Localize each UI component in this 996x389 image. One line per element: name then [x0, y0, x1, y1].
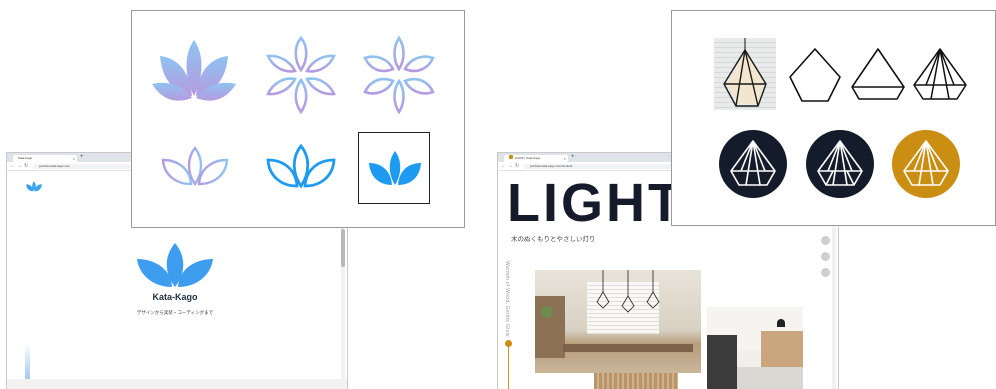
scrollbar-thumb[interactable]: [341, 229, 345, 267]
instagram-icon[interactable]: [821, 268, 830, 277]
close-icon[interactable]: ×: [564, 155, 566, 162]
diamond-lamp-icon: [817, 140, 863, 186]
tab-title: LIGHT | Kata-Kago: [514, 156, 541, 160]
diamond-lamp-icon: [903, 140, 949, 186]
lamp-reference-photo: [714, 38, 776, 110]
plant: [541, 306, 553, 318]
scroll-indicator-dot: [505, 340, 512, 347]
lotus-gradient-filled-icon: [152, 40, 236, 101]
kitchen-counter: [737, 367, 803, 389]
new-tab-icon[interactable]: +: [80, 154, 84, 160]
lamp-logo-gold-circle: [892, 130, 960, 198]
tagline: デザインから実装・コーディングまで: [136, 310, 214, 315]
footer-strip: [7, 379, 347, 389]
vertical-caption: Warmth of Wood, Gentle Glow: [504, 261, 510, 337]
kitchen-dark-unit: [707, 335, 737, 389]
shelf: [535, 296, 565, 358]
facebook-icon[interactable]: [821, 252, 830, 261]
browser-tab[interactable]: LIGHT | Kata-Kago ×: [504, 155, 568, 162]
favicon: [509, 155, 513, 159]
interior-photo-kitchen: [707, 307, 803, 389]
lotus-logo-variations-card: [131, 10, 465, 228]
hero-subtitle: 木のぬくもりとやさしい灯り: [511, 236, 596, 243]
forward-icon[interactable]: →: [508, 163, 513, 169]
back-icon[interactable]: ←: [10, 163, 15, 169]
lotus-outline-radial-alt-icon: [363, 36, 435, 114]
diamond-lamp-icon: [730, 140, 776, 186]
diamond-lamp-outline-facets-icon: [851, 48, 905, 100]
scroll-indicator-line: [508, 341, 509, 389]
counter: [563, 344, 693, 352]
lamp-logo-navy-circle-2: [806, 130, 874, 198]
diamond-lamp-outline-detailed-icon: [913, 48, 967, 100]
forward-icon[interactable]: →: [17, 163, 22, 169]
close-icon[interactable]: ×: [73, 155, 75, 162]
lamp-logo-navy-circle-1: [719, 130, 787, 198]
share-icon[interactable]: [821, 236, 830, 245]
interior-photo-main: [535, 270, 701, 373]
lotus-outline-blue-icon: [266, 143, 336, 189]
reload-icon[interactable]: ↻: [24, 163, 28, 169]
kata-kago-logo-icon: [137, 243, 213, 287]
tab-title: Kata-Kago: [18, 156, 33, 160]
back-icon[interactable]: ←: [501, 163, 506, 169]
wood-slat-panel: [594, 373, 678, 389]
diamond-lamp-outline-icon: [789, 48, 841, 102]
reload-icon[interactable]: ↻: [515, 163, 519, 169]
new-tab-icon[interactable]: +: [571, 154, 575, 160]
lotus-outline-radial-icon: [266, 36, 336, 114]
diamond-lamp-photo-icon: [723, 38, 767, 107]
hero-title: LIGHT: [507, 173, 684, 233]
lamp-logo-variations-card: [671, 10, 996, 226]
lotus-solid-blue-icon: [369, 151, 421, 185]
lotus-outline-three-petal-icon: [161, 146, 229, 187]
kitchen-pendant: [777, 319, 785, 327]
selected-logo-frame[interactable]: [358, 132, 430, 204]
logo-text: Kata-Kago: [152, 292, 198, 302]
nav-lotus-icon[interactable]: [25, 180, 43, 192]
pendant-lamps: [596, 270, 660, 313]
browser-tab[interactable]: Kata-Kago ×: [13, 155, 77, 162]
